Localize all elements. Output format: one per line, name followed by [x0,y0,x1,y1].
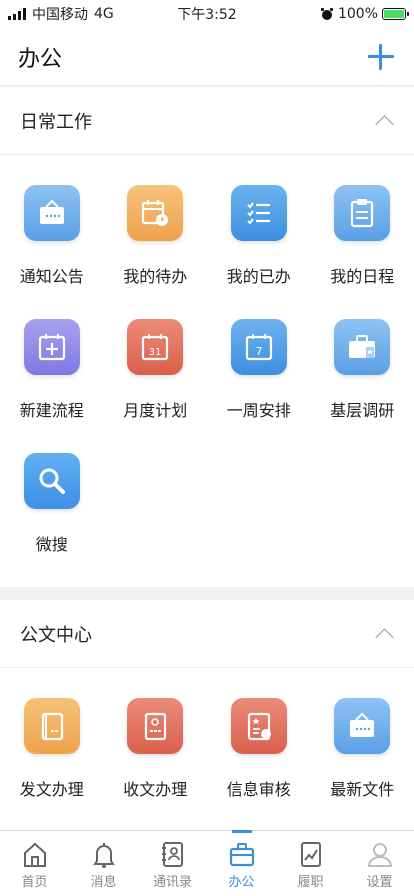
app-tile [334,698,391,754]
checklist-icon [247,202,270,225]
tab-label: 通讯录 [152,875,192,890]
app-label: 信息审核 [226,780,291,799]
nav-header: 办公 [0,28,414,86]
calendar-7-icon: 7 [245,334,272,361]
notice-board-icon [39,199,64,224]
app-label: 微搜 [35,535,68,554]
bell-icon [92,843,115,868]
chart-icon [300,842,321,867]
tab-label: 首页 [21,875,48,890]
section-header[interactable]: 公文中心 [0,600,414,668]
tab-briefcase[interactable]: 办公 [207,831,276,896]
app-tile: 31 [127,319,184,375]
tab-bar: 首页 消息 通讯录 办公 履职 设置 [0,830,414,896]
app-item[interactable]: 基层调研 [311,319,414,453]
svg-text:31: 31 [149,347,162,358]
app-label: 基层调研 [330,401,395,420]
page-title: 办公 [18,46,63,72]
tab-label: 设置 [366,875,393,890]
app-grid: 发文办理 收文办理 信息审核 最新文件 [0,668,414,832]
app-label: 我的已办 [226,267,291,286]
document-review-icon [247,712,271,741]
app-label: 收文办理 [123,780,188,799]
app-label: 新建流程 [19,401,84,420]
app-item[interactable]: 31 月度计划 [104,319,208,453]
active-tab-indicator [231,830,252,833]
app-grid: 通知公告 我的待办 我的已办 我的日程新建流程 31 月度计划 7 一周安排 基层调研微搜 [0,155,414,587]
app-item[interactable]: 我的已办 [207,185,311,319]
app-tile [23,319,80,375]
app-item[interactable]: 微搜 [0,453,104,587]
app-label: 最新文件 [330,780,395,799]
app-item[interactable]: 我的日程 [311,185,414,319]
svg-text:7: 7 [255,345,262,358]
app-label: 我的待办 [123,267,188,286]
app-label: 通知公告 [19,267,84,286]
section-header[interactable]: 日常工作 [0,87,414,155]
app-item[interactable]: 最新文件 [311,698,414,832]
tab-user[interactable]: 设置 [345,831,414,896]
search-icon [39,468,65,494]
app-label: 一周安排 [226,401,291,420]
app-item[interactable]: 信息审核 [207,698,311,832]
app-tile [230,698,287,754]
app-tile: 7 [230,319,287,375]
status-time: 下午3:52 [177,7,237,23]
app-tile [334,319,391,375]
app-item[interactable]: 通知公告 [0,185,104,319]
app-item[interactable]: 7 一周安排 [207,319,311,453]
app-item[interactable]: 收文办理 [104,698,208,832]
chevron-up-icon[interactable] [374,624,394,644]
network-label: 4G [94,6,114,22]
calendar-clock-icon [142,200,169,226]
home-icon [23,842,46,867]
app-item[interactable]: 我的待办 [104,185,208,319]
section-title: 日常工作 [20,111,92,133]
battery-icon [382,8,409,20]
app-tile [23,185,80,241]
battery-percent: 100% [337,6,378,22]
tab-contacts[interactable]: 通讯录 [138,831,207,896]
section-title: 公文中心 [20,624,92,646]
app-label: 月度计划 [123,401,188,420]
document-folder-icon [41,712,63,741]
chevron-up-icon[interactable] [374,111,394,131]
user-icon [367,843,392,867]
tab-chart[interactable]: 履职 [276,831,345,896]
app-tile [334,185,391,241]
briefcase-icon [229,843,254,867]
app-tile [127,185,184,241]
app-tile [23,698,80,754]
contacts-icon [161,842,183,867]
plus-icon[interactable] [366,42,396,72]
signal-icon [8,8,26,20]
app-item[interactable]: 发文办理 [0,698,104,832]
section-daily-work: 日常工作 通知公告 我的待办 我的已办 我的日程新建流程 31 月度计划 7 一周安排 基层调研… [0,87,414,587]
tab-home[interactable]: 首页 [0,831,69,896]
app-tile [127,698,184,754]
section-document-center: 公文中心 发文办理 收文办理 信息审核 最新文件 [0,600,414,832]
alarm-icon [320,7,334,20]
tab-label: 履职 [297,875,324,890]
carrier-label: 中国移动 [32,7,88,23]
app-label: 我的日程 [330,267,395,286]
tab-bell[interactable]: 消息 [69,831,138,896]
tab-label: 消息 [90,875,117,890]
clipboard-icon [351,199,374,228]
briefcase-icon [349,335,376,358]
status-bar: 中国移动 4G 下午3:52 100% [0,0,414,28]
tab-label: 办公 [228,875,255,890]
app-item[interactable]: 新建流程 [0,319,104,453]
calendar-31-icon: 31 [142,334,169,361]
notice-board-icon [350,712,375,737]
app-label: 发文办理 [19,780,84,799]
document-receive-icon [145,712,167,741]
app-tile [23,453,80,509]
calendar-plus-icon [38,334,65,361]
app-tile [230,185,287,241]
